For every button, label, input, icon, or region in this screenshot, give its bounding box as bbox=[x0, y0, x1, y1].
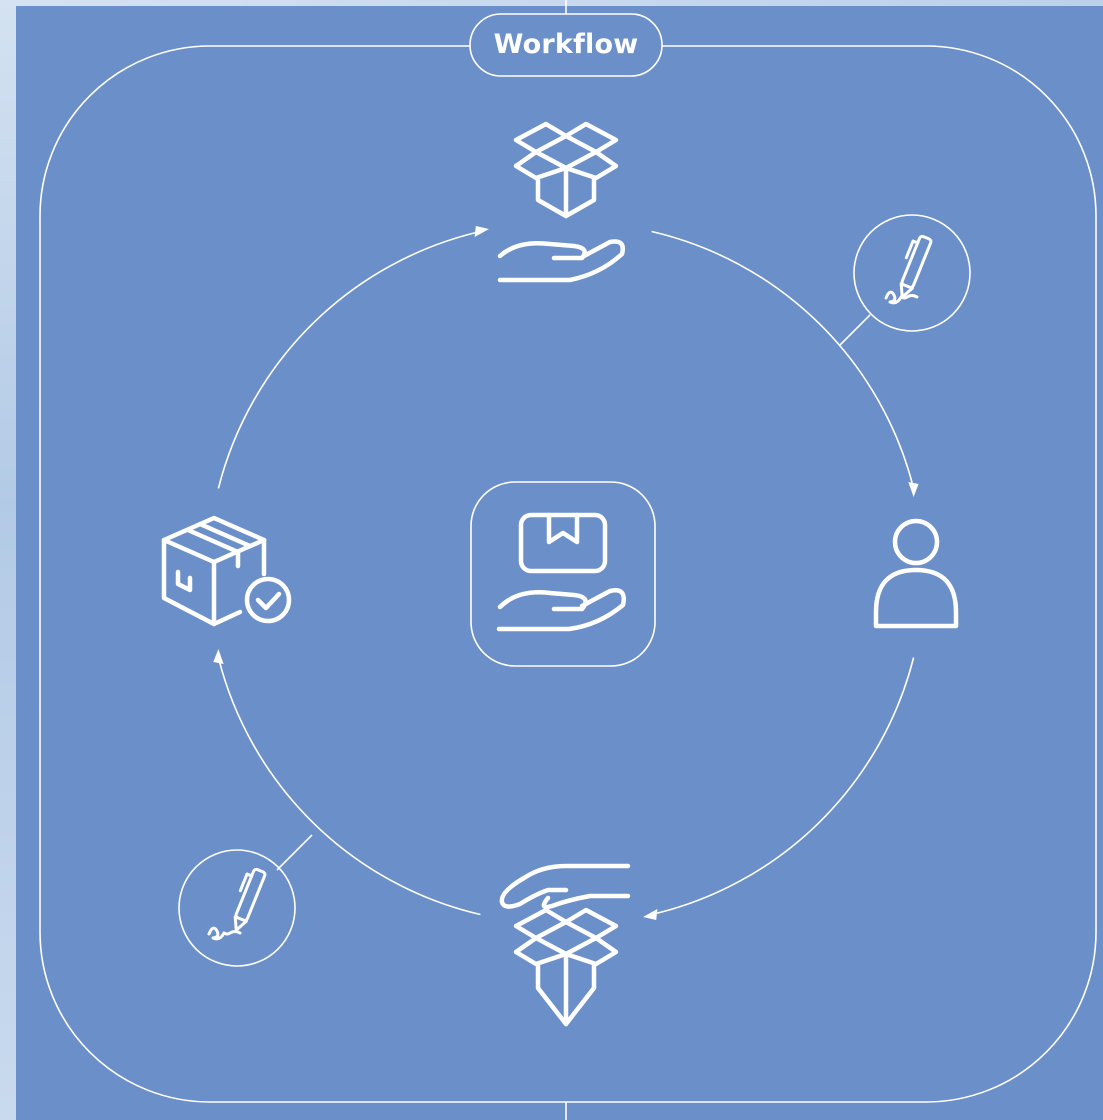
pen-badge-bottom-connector bbox=[276, 834, 313, 871]
arc-top-to-right bbox=[651, 230, 915, 489]
user-icon bbox=[873, 518, 959, 629]
pen-badge-top-connector bbox=[838, 314, 871, 347]
arrowhead-top bbox=[474, 226, 489, 237]
arrowhead-bottom bbox=[643, 909, 658, 920]
open-box-on-hand-icon bbox=[497, 121, 625, 283]
diagram-title: Workflow bbox=[493, 29, 639, 60]
package-check-icon bbox=[161, 515, 292, 627]
arc-right-to-bottom bbox=[651, 657, 915, 916]
diagram-canvas bbox=[39, 0, 1097, 1120]
arc-bottom-to-left bbox=[217, 657, 481, 916]
pen-signature-icon bbox=[853, 214, 971, 332]
workflow-diagram: Workflow bbox=[0, 0, 1103, 1120]
arrowhead-left bbox=[213, 649, 224, 664]
package-in-hand-icon bbox=[470, 481, 656, 667]
arc-left-to-top bbox=[217, 230, 481, 489]
pen-signature-icon bbox=[178, 849, 296, 967]
arrowhead-right bbox=[908, 482, 919, 497]
handshake-box-icon bbox=[499, 863, 631, 1027]
